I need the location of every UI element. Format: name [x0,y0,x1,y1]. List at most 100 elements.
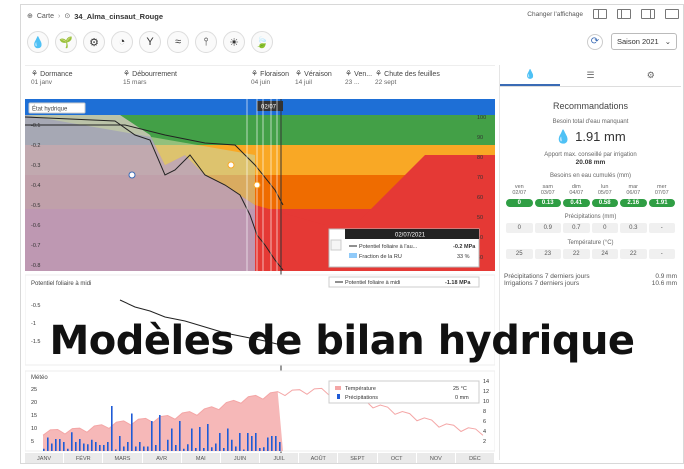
month-label: JUIL [260,453,300,463]
day-date: 06/07 [626,190,641,196]
max-supply-label: Apport max. conseillé par irrigation [544,152,637,158]
y-tick-left: -0.5 [31,203,40,209]
sun-icon[interactable]: ☀ [223,31,245,53]
breadcrumb-root[interactable]: Carte [37,13,54,20]
field-icon: ⊙ [64,13,71,20]
season-select[interactable]: Saison 2021 ⌄ [611,33,677,50]
tooltip-area-swatch [349,253,357,258]
stage-name-text: Débourrement [132,71,177,78]
y-tick-left: -0.2 [31,143,40,149]
need-value: 2.16 [620,199,647,207]
stage-item: ⚘ Débourrement 15 mars [123,70,177,87]
breadcrumb-field[interactable]: 34_Alma_cinsaut_Rouge [74,12,163,21]
probe-icon[interactable]: ⫯ [195,31,217,53]
irrigation-icon[interactable]: ≈ [167,31,189,53]
precip-bar [231,439,233,451]
temp-value: 22 [563,249,590,259]
y-tick-right: 14 [483,379,489,385]
summary-row: Irrigations 7 derniers jours 10.6 mm [500,280,681,287]
precip-bar [251,436,253,451]
sensor-icon[interactable]: ⚙ [83,31,105,53]
precip-value: 0 [591,223,618,233]
event-marker[interactable] [128,171,136,179]
event-marker[interactable] [253,181,261,189]
precip-bar [51,443,53,451]
precip-bar [127,442,129,451]
precip-bar [179,421,181,451]
layout-left-icon[interactable] [617,9,631,19]
app-window: ⊕ Carte › ⊙ 34_Alma_cinsaut_Rouge Change… [20,4,684,464]
temp-value: 22 [620,249,647,259]
y-tick-right: 80 [477,155,483,161]
y-tick-left: -0.4 [31,183,40,189]
stage-name: ⚘ Véraison [295,70,332,79]
stage-icon: ⚘ [375,69,383,78]
chevron-down-icon: ⌄ [664,37,671,46]
precip-value: 0.9 [534,223,561,233]
stage-icon: ⚘ [345,69,353,78]
precip-bar [135,446,137,451]
layout-right-icon[interactable] [641,9,655,19]
globe-icon[interactable]: ⊕ [27,12,33,20]
weather-tooltip-value: 0 mm [455,395,469,401]
forecast-day: dim 04/07 [563,184,590,196]
precip-bar [247,433,249,451]
month-axis: JANV FÉVR MARS AVR MAI JUIN JUIL AOÛT SEPT OCT NOV… [25,453,496,463]
event-marker[interactable] [227,161,235,169]
precip-bar [131,413,133,451]
temp-value: 25 [506,249,533,259]
precip-bar [159,415,161,451]
y-tick-right: 8 [483,409,486,415]
precip-bar [195,448,197,451]
precip-bar [267,437,269,451]
need-value: 1.91 [648,199,675,207]
plant-icon[interactable]: 🌱 [55,31,77,53]
precip-bar [207,424,209,451]
month-label: AOÛT [299,453,339,463]
stage-name: ⚘ Floraison [251,70,289,79]
precip-bar [71,432,73,451]
water-drop-icon[interactable]: 💧 [27,31,49,53]
refresh-icon[interactable]: ⟳ [587,33,603,50]
stage-item: ⚘ Floraison 04 juin [251,70,289,87]
precip-bar [99,445,101,451]
forecast-day: lun 05/07 [592,184,619,196]
stage-name-text: Véraison [304,71,332,78]
y-tick-right: 100 [477,115,486,121]
weather-tooltip-value: 25 °C [453,386,467,392]
stage-date: 14 juil [295,79,312,86]
tooltip-row-label: Potentiel foliaire à l'au... [359,244,418,250]
weather-tooltip-label: Précipitations [345,395,378,401]
month-label: FÉVR [64,453,104,463]
top-bar: ⊕ Carte › ⊙ 34_Alma_cinsaut_Rouge Change… [21,5,683,27]
stage-name: ⚘ Ven... [345,70,372,79]
precip-bar [63,442,65,451]
month-label: MAI [181,453,221,463]
tab-settings[interactable]: ⚙ [621,65,681,86]
vine-icon[interactable]: Y [139,31,161,53]
day-date: 05/07 [597,190,612,196]
tab-list[interactable]: ☰ [560,65,620,86]
layout-full-icon[interactable] [665,9,679,19]
total-needs-label: Besoin total d'eau manquant [552,119,629,125]
recommendations-panel: 💧 ☰ ⚙ Recommandations Besoin total d'eau… [499,65,681,460]
precip-bar [91,439,93,451]
precip-bar [215,443,217,451]
water-drop-icon: 💧 [524,69,536,79]
tooltip-expand-button[interactable] [330,239,342,251]
water-balance-chart[interactable]: État hydrique 02/07-0.1-0.2-0.3-0.4-0.5-0… [25,95,495,453]
leaf-icon[interactable]: 🍃 [251,31,273,53]
tooltip-row-value: 33 % [457,254,470,260]
precip-bar [199,427,201,451]
day-date: 02/07 [512,190,527,196]
y-tick-right: 6 [483,419,486,425]
precip-bar [95,442,97,451]
y-tick-right: 2 [483,439,486,445]
gauge-icon[interactable]: ◔ [111,31,133,53]
tab-water[interactable]: 💧 [500,65,561,86]
season-controls: ⟳ Saison 2021 ⌄ [587,33,677,50]
summary-value: 0.9 mm [655,273,677,280]
layout-grid-icon[interactable] [593,9,607,19]
precip-bar [191,428,193,451]
month-label: JUIN [220,453,261,463]
